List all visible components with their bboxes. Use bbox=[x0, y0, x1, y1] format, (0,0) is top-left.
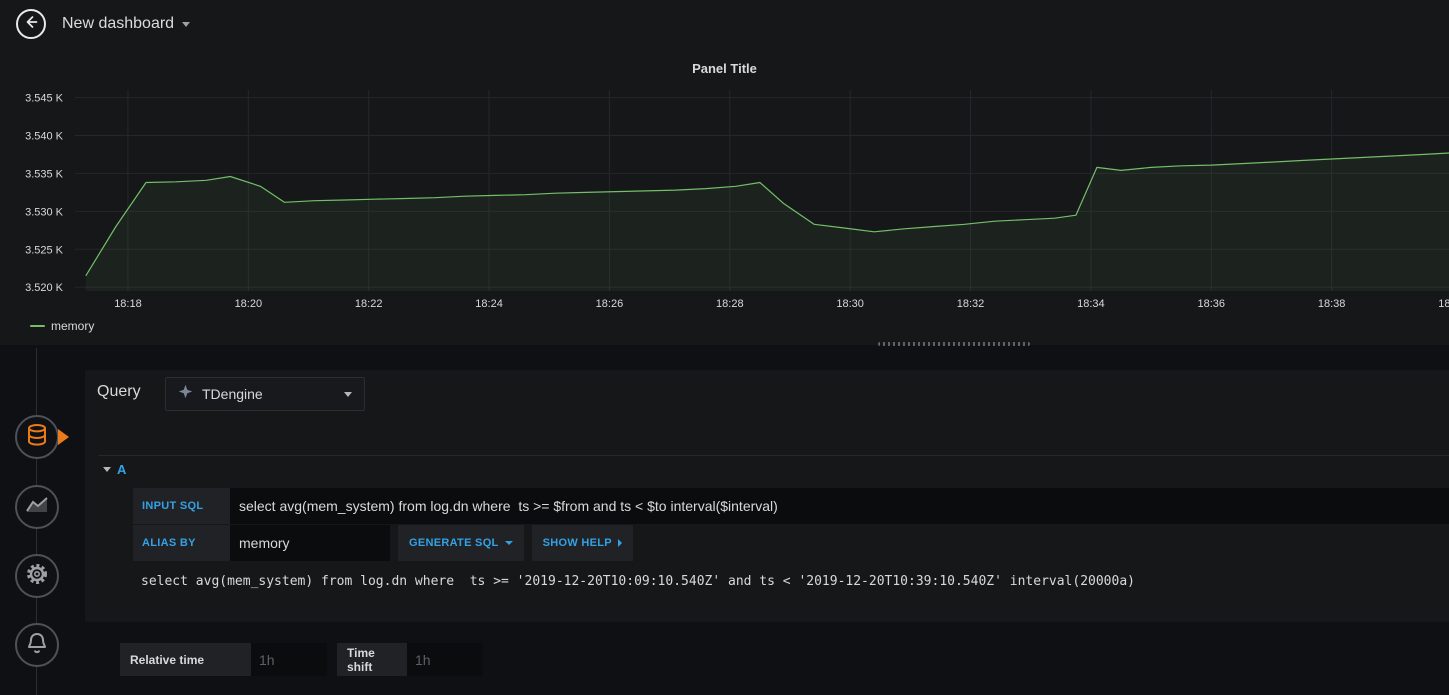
tab-visualization[interactable] bbox=[15, 485, 59, 529]
relative-time-label: Relative time bbox=[120, 643, 251, 676]
svg-text:18:28: 18:28 bbox=[716, 298, 744, 310]
show-help-button[interactable]: SHOW HELP bbox=[531, 525, 633, 561]
generate-sql-button[interactable]: GENERATE SQL bbox=[398, 525, 524, 561]
tdengine-logo-icon bbox=[178, 384, 193, 404]
svg-text:18:30: 18:30 bbox=[836, 298, 864, 310]
time-shift-input[interactable] bbox=[407, 643, 483, 676]
svg-text:3.545 K: 3.545 K bbox=[25, 93, 64, 105]
back-arrow-icon bbox=[24, 15, 39, 34]
input-sql-field[interactable] bbox=[230, 488, 1449, 524]
collapse-caret-icon bbox=[103, 467, 111, 472]
svg-text:18:40: 18:40 bbox=[1438, 298, 1449, 310]
graph-panel: Panel Title 3.520 K 3.525 K 3.530 K 3.535 K… bbox=[0, 48, 1449, 345]
legend-label: memory bbox=[51, 319, 95, 333]
database-icon bbox=[26, 423, 48, 452]
input-sql-label: INPUT SQL bbox=[133, 488, 230, 524]
show-help-label: SHOW HELP bbox=[542, 537, 612, 549]
chevron-down-icon bbox=[504, 541, 513, 545]
svg-text:18:20: 18:20 bbox=[235, 298, 263, 310]
svg-text:3.530 K: 3.530 K bbox=[25, 206, 64, 218]
active-tab-arrow-icon bbox=[58, 429, 69, 445]
scrollbar-handle[interactable] bbox=[878, 342, 1030, 346]
query-ref-row[interactable]: A bbox=[99, 455, 1449, 483]
datasource-picker[interactable]: TDengine bbox=[165, 377, 365, 411]
query-form: INPUT SQL ALIAS BY GENERATE SQL SHOW HEL… bbox=[133, 488, 1449, 562]
svg-text:3.540 K: 3.540 K bbox=[25, 131, 64, 143]
grafana-page: New dashboard Panel Title 3.520 K 3.525 K… bbox=[0, 0, 1449, 695]
tab-general[interactable] bbox=[15, 554, 59, 598]
alias-by-label: ALIAS BY bbox=[133, 525, 230, 561]
alias-by-row: ALIAS BY GENERATE SQL SHOW HELP bbox=[133, 525, 1449, 561]
top-bar: New dashboard bbox=[0, 0, 1449, 48]
query-editor-card: Query TDengine A INPUT SQL ALIAS BY bbox=[85, 370, 1449, 622]
panel-title[interactable]: Panel Title bbox=[0, 48, 1449, 76]
svg-text:18:26: 18:26 bbox=[596, 298, 624, 310]
gear-icon bbox=[25, 562, 49, 591]
tab-alert[interactable] bbox=[15, 623, 59, 667]
graph-icon bbox=[25, 495, 49, 520]
legend-item-memory[interactable]: memory bbox=[30, 319, 94, 333]
time-options-row: Relative time Time shift bbox=[120, 643, 483, 676]
query-section-title: Query bbox=[97, 383, 141, 400]
generate-sql-label: GENERATE SQL bbox=[409, 537, 499, 549]
relative-time-input[interactable] bbox=[251, 643, 327, 676]
input-sql-row: INPUT SQL bbox=[133, 488, 1449, 524]
svg-text:18:18: 18:18 bbox=[114, 298, 142, 310]
chevron-down-icon bbox=[344, 391, 352, 397]
legend-swatch bbox=[30, 325, 45, 327]
svg-text:18:38: 18:38 bbox=[1318, 298, 1346, 310]
svg-text:18:32: 18:32 bbox=[957, 298, 985, 310]
svg-text:18:34: 18:34 bbox=[1077, 298, 1105, 310]
time-series-chart[interactable]: 3.520 K 3.525 K 3.530 K 3.535 K 3.540 K 3.545… bbox=[0, 78, 1449, 313]
datasource-name: TDengine bbox=[202, 386, 263, 402]
svg-text:3.525 K: 3.525 K bbox=[25, 244, 64, 256]
svg-text:3.535 K: 3.535 K bbox=[25, 168, 64, 180]
dashboard-title[interactable]: New dashboard bbox=[62, 15, 174, 33]
bell-icon bbox=[26, 631, 48, 660]
generated-sql-text: select avg(mem_system) from log.dn where… bbox=[141, 574, 1135, 589]
back-button[interactable] bbox=[16, 9, 46, 39]
svg-text:18:36: 18:36 bbox=[1198, 298, 1226, 310]
chevron-right-icon bbox=[617, 539, 622, 547]
chevron-down-icon[interactable] bbox=[182, 21, 191, 27]
tab-queries[interactable] bbox=[15, 415, 59, 459]
query-ref-id: A bbox=[117, 462, 127, 477]
svg-text:18:22: 18:22 bbox=[355, 298, 383, 310]
alias-by-field[interactable] bbox=[230, 525, 390, 561]
time-shift-label: Time shift bbox=[337, 643, 407, 676]
svg-text:3.520 K: 3.520 K bbox=[25, 282, 64, 294]
svg-text:18:24: 18:24 bbox=[475, 298, 503, 310]
